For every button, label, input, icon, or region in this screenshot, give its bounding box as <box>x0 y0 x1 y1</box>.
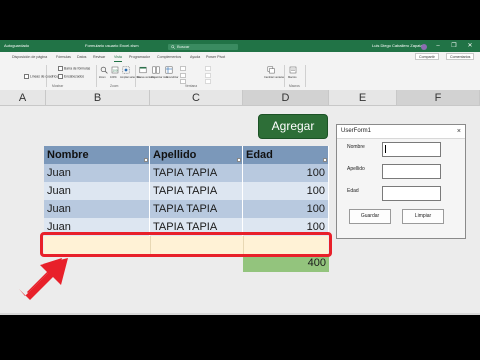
restore-icon[interactable]: ❐ <box>448 40 460 52</box>
userform-title: UserForm1 <box>341 128 372 134</box>
edad-field[interactable] <box>382 186 441 201</box>
table-cell[interactable]: Juan <box>44 164 150 182</box>
table-header-label: Nombre <box>47 149 89 161</box>
zoom-100-label: 100% <box>110 76 117 79</box>
tab-developer[interactable]: Programador <box>129 52 150 62</box>
minimize-icon[interactable]: – <box>432 40 444 52</box>
table-header-edad[interactable]: Edad <box>243 146 329 164</box>
guardar-button[interactable]: Guardar <box>349 209 391 224</box>
tab-page-layout[interactable]: Disposición de página <box>12 52 47 62</box>
label-nombre: Nombre <box>347 144 365 150</box>
ribbon-tab-bar: Disposición de página Fórmulas Datos Rev… <box>0 52 480 62</box>
column-header-d[interactable]: D <box>243 90 329 106</box>
split-icon[interactable] <box>180 66 186 71</box>
zoom-100-icon[interactable]: 100 <box>111 66 119 74</box>
horizontal-scrollbar[interactable] <box>0 313 480 315</box>
table-header-apellido[interactable]: Apellido <box>150 146 243 164</box>
red-arrow-icon <box>19 258 68 300</box>
show-group-name: Mostrar <box>52 84 64 88</box>
headers-label: Encabezados <box>64 74 84 79</box>
label-edad: Edad <box>347 188 359 194</box>
tab-review[interactable]: Revisar <box>93 52 105 62</box>
svg-text:100: 100 <box>112 68 117 72</box>
table-header-label: Edad <box>246 149 273 161</box>
macros-label: Macros <box>288 76 297 79</box>
table-cell[interactable]: TAPIA TAPIA <box>150 182 243 200</box>
label-apellido: Apellido <box>347 166 365 172</box>
ribbon-divider <box>135 65 136 87</box>
apellido-field[interactable] <box>382 164 441 179</box>
table-header-nombre[interactable]: Nombre <box>44 146 150 164</box>
file-name: Formulario usuario Excel.xlsm <box>85 43 139 48</box>
switch-windows-icon[interactable] <box>267 66 275 74</box>
filter-dropdown-icon[interactable] <box>144 158 148 162</box>
gridlines-label: Líneas de cuadrícula <box>30 74 61 79</box>
ribbon-divider <box>96 65 97 87</box>
switch-windows-label: Cambiar ventanas <box>264 76 286 79</box>
search-placeholder: Buscar <box>177 44 190 49</box>
column-header-f[interactable]: F <box>397 90 480 106</box>
zoom-selection-icon[interactable] <box>122 66 130 74</box>
table-cell[interactable]: Juan <box>44 200 150 218</box>
hide-icon[interactable] <box>180 73 186 78</box>
tab-addins[interactable]: Complementos <box>157 52 181 62</box>
autosave-label[interactable]: Autoguardado <box>4 40 29 52</box>
user-avatar[interactable] <box>421 44 427 50</box>
zoom-label: Zoom <box>99 76 106 79</box>
close-window-icon[interactable]: ✕ <box>464 40 476 52</box>
column-header-c[interactable]: C <box>150 90 243 106</box>
window-group-name: Ventana <box>185 84 198 88</box>
table-cell[interactable]: TAPIA TAPIA <box>150 164 243 182</box>
freeze-panes-icon[interactable] <box>165 66 173 74</box>
ribbon: Barra de fórmulas Líneas de cuadrícula E… <box>0 62 480 91</box>
text-cursor <box>385 145 386 153</box>
table-cell[interactable]: 100 <box>243 164 329 182</box>
userform-dialog: UserForm1 × Nombre Apellido Edad Guardar… <box>336 124 466 239</box>
new-window-icon[interactable] <box>139 66 147 74</box>
checkbox-gridlines[interactable]: Líneas de cuadrícula <box>24 74 61 79</box>
checkbox-headers[interactable]: Encabezados <box>58 74 84 79</box>
table-cell[interactable]: 100 <box>243 200 329 218</box>
zoom-icon[interactable] <box>100 66 108 74</box>
close-icon[interactable]: × <box>457 125 461 138</box>
userform-title-bar: UserForm1 × <box>337 125 465 139</box>
excel-title-bar: Autoguardado Formulario usuario Excel.xl… <box>0 40 480 52</box>
checkbox-formula-bar[interactable]: Barra de fórmulas <box>58 66 90 71</box>
formula-bar-label: Barra de fórmulas <box>64 66 91 71</box>
user-name: Luis Diego Caballero Zapata <box>372 43 423 48</box>
sync-scroll-icon[interactable] <box>205 73 211 78</box>
highlight-rectangle <box>40 232 332 257</box>
freeze-label: Inmovilizar <box>166 76 179 79</box>
tab-view[interactable]: Vista <box>114 52 122 62</box>
limpiar-button[interactable]: Limpiar <box>402 209 444 224</box>
macros-icon[interactable] <box>289 66 297 74</box>
table-header-label: Apellido <box>153 149 197 161</box>
ribbon-divider <box>284 65 285 87</box>
nombre-field[interactable] <box>382 142 441 157</box>
tab-formulas[interactable]: Fórmulas <box>56 52 71 62</box>
view-side-by-side-icon[interactable] <box>205 66 211 71</box>
tab-power-pivot[interactable]: Power Pivot <box>206 52 225 62</box>
reset-window-icon[interactable] <box>205 79 211 84</box>
macros-group-name: Macros <box>289 84 300 88</box>
table-cell[interactable]: 100 <box>243 182 329 200</box>
tab-data[interactable]: Datos <box>77 52 86 62</box>
share-button[interactable]: Compartir <box>415 53 439 60</box>
arrange-all-icon[interactable] <box>152 66 160 74</box>
column-header-a[interactable]: A <box>0 90 46 106</box>
search-box[interactable]: Buscar <box>168 44 238 50</box>
filter-dropdown-icon[interactable] <box>237 158 241 162</box>
search-icon <box>171 45 175 49</box>
ribbon-divider <box>305 65 306 87</box>
table-cell[interactable]: Juan <box>44 182 150 200</box>
agregar-button[interactable]: Agregar <box>258 114 328 139</box>
column-header-b[interactable]: B <box>46 90 150 106</box>
filter-dropdown-icon[interactable] <box>323 158 327 162</box>
zoom-group-name: Zoom <box>110 84 119 88</box>
tab-help[interactable]: Ayuda <box>190 52 200 62</box>
column-header-e[interactable]: E <box>329 90 397 106</box>
comments-button[interactable]: Comentarios <box>446 53 475 60</box>
table-cell[interactable]: TAPIA TAPIA <box>150 200 243 218</box>
